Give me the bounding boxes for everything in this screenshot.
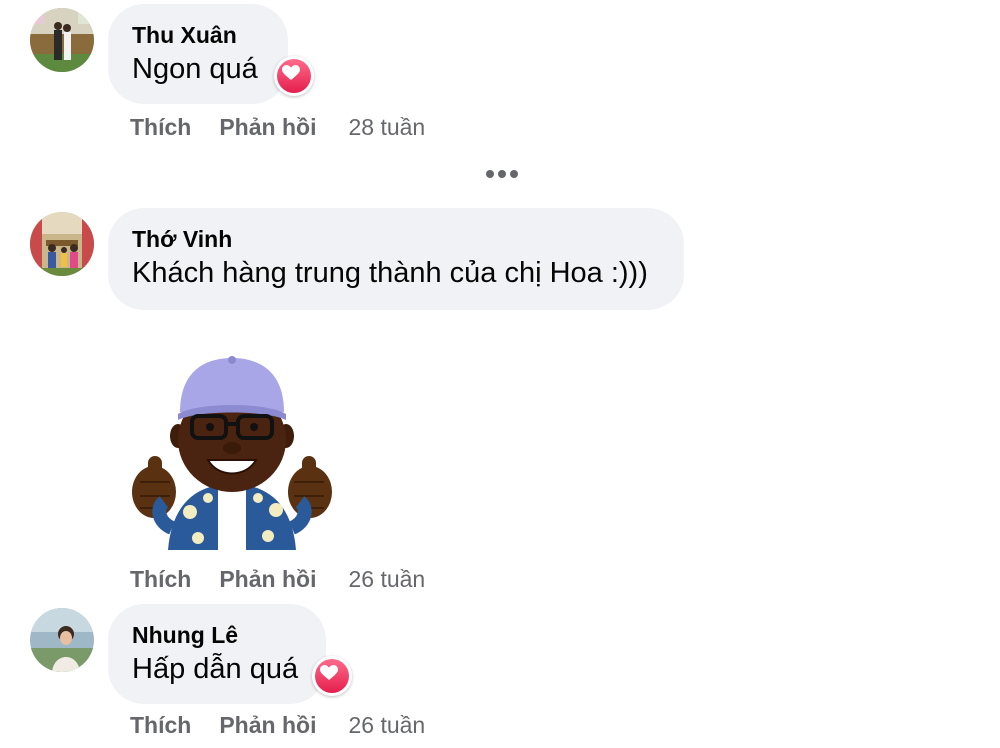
comment-actions: Thích Phản hồi 28 tuần — [130, 112, 425, 142]
like-button[interactable]: Thích — [130, 112, 191, 142]
thumbs-up-avatar-sticker[interactable] — [128, 352, 336, 552]
reply-button[interactable]: Phản hồi — [219, 710, 316, 740]
avatar[interactable] — [30, 212, 94, 276]
comment-timestamp[interactable]: 28 tuần — [348, 112, 425, 142]
heart-icon[interactable] — [274, 56, 314, 96]
comment-text: Hấp dẫn quá — [132, 653, 299, 685]
avatar[interactable] — [30, 608, 94, 672]
avatar[interactable] — [30, 8, 94, 72]
like-button[interactable]: Thích — [130, 710, 191, 740]
like-button[interactable]: Thích — [130, 564, 191, 594]
comment-author[interactable]: Nhung Lê — [132, 620, 302, 650]
comment-bubble: Thu Xuân Ngon quá — [108, 4, 288, 104]
comment-actions: Thích Phản hồi 26 tuần — [130, 710, 425, 740]
heart-icon[interactable] — [312, 656, 352, 696]
comment-timestamp[interactable]: 26 tuần — [348, 710, 425, 740]
comment-timestamp[interactable]: 26 tuần — [348, 564, 425, 594]
comment-author[interactable]: Thớ Vinh — [132, 224, 660, 254]
comment-text: Ngon quá — [132, 53, 258, 85]
comment-text: Khách hàng trung thành của chị Hoa :))) — [132, 257, 648, 289]
comment-actions: Thích Phản hồi 26 tuần — [130, 564, 425, 594]
reply-button[interactable]: Phản hồi — [219, 112, 316, 142]
comment-author[interactable]: Thu Xuân — [132, 20, 264, 50]
reply-button[interactable]: Phản hồi — [219, 564, 316, 594]
more-dots-icon[interactable] — [484, 162, 520, 186]
comment-bubble: Thớ Vinh Khách hàng trung thành của chị … — [108, 208, 684, 310]
comment-bubble: Nhung Lê Hấp dẫn quá — [108, 604, 326, 704]
